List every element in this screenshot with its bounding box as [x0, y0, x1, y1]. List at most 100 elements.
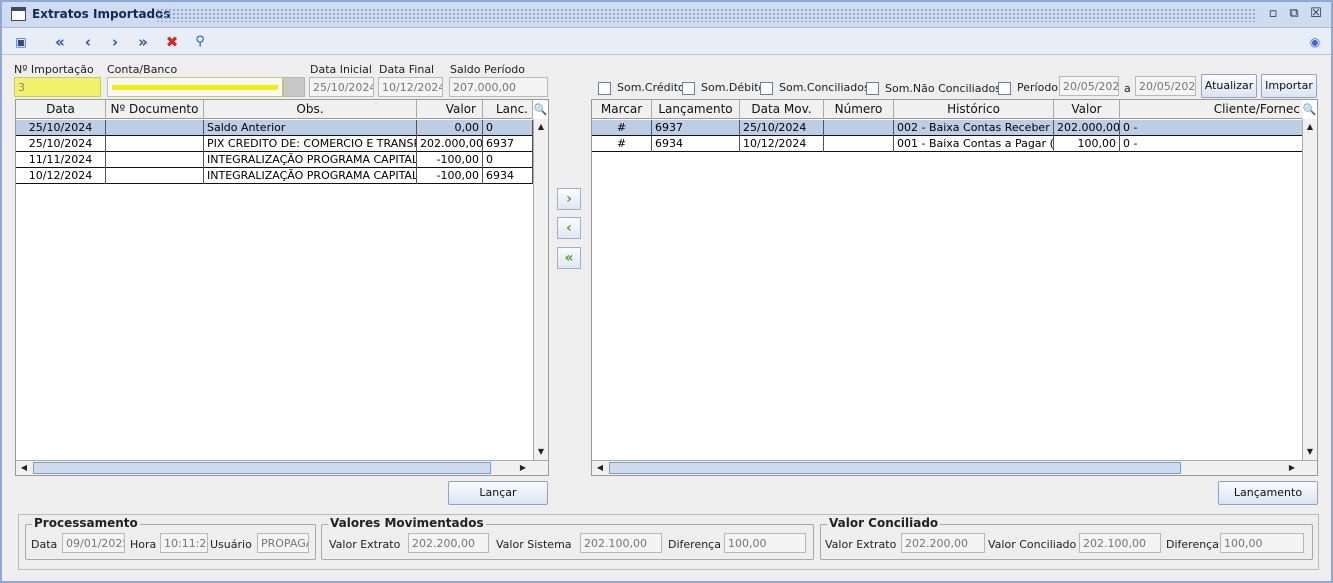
reconciled-value-field[interactable]: 202.100,00: [1079, 533, 1161, 553]
table-row[interactable]: 25/10/2024 Saldo Anterior 0,00 0: [16, 120, 533, 136]
period-start-field[interactable]: 20/05/2025: [1059, 76, 1119, 96]
reconciled-checkbox[interactable]: [760, 82, 773, 95]
period-separator: a: [1124, 82, 1131, 95]
table-row[interactable]: 11/11/2024 INTEGRALIZAÇÃO PROGRAMA CAPIT…: [16, 152, 533, 168]
reconciled-extract-label: Valor Extrato: [825, 538, 897, 551]
processing-date-field[interactable]: 09/01/2025: [62, 533, 125, 553]
reconciled-extract-field[interactable]: 202.200,00: [901, 533, 985, 553]
entries-grid[interactable]: Marcar Lançamento Data Mov. Número Histó…: [591, 99, 1318, 476]
table-row[interactable]: # 6937 25/10/2024 002 - Baixa Contas Rec…: [592, 120, 1302, 136]
period-checkbox[interactable]: [998, 82, 1011, 95]
scroll-left-icon[interactable]: ◀: [17, 461, 31, 475]
col-lanc[interactable]: Lanc.: [483, 100, 533, 119]
col-entry[interactable]: Lançamento: [652, 100, 740, 119]
moved-values-group: Valores Movimentados Valor Extrato 202.2…: [321, 516, 814, 560]
entries-grid-header: Marcar Lançamento Data Mov. Número Histó…: [592, 100, 1302, 119]
account-field[interactable]: [107, 77, 283, 97]
col-value[interactable]: Valor: [417, 100, 483, 119]
reconciled-group: Valor Conciliado Valor Extrato 202.200,0…: [820, 516, 1313, 560]
window-title: Extratos Importados: [32, 7, 171, 21]
scroll-up-icon[interactable]: ▲: [1303, 120, 1317, 134]
moved-extract-field[interactable]: 202.200,00: [408, 533, 489, 553]
col-obs[interactable]: Obs.: [204, 100, 417, 119]
delete-icon[interactable]: ✖: [162, 32, 182, 52]
lancar-button[interactable]: Lançar: [448, 481, 548, 505]
col-date[interactable]: Data: [16, 100, 106, 119]
previous-icon[interactable]: ‹: [78, 32, 98, 52]
horizontal-scrollbar[interactable]: ◀ ▶: [592, 460, 1317, 475]
lancamento-button[interactable]: Lançamento: [1218, 481, 1318, 505]
credit-label: Som.Crédito: [617, 81, 685, 94]
processing-time-field[interactable]: 10:11:22: [160, 533, 208, 553]
import-button[interactable]: Importar: [1261, 74, 1317, 98]
moved-extract-label: Valor Extrato: [329, 538, 401, 551]
search-icon[interactable]: ⚲: [190, 32, 210, 52]
col-history[interactable]: Histórico: [894, 100, 1054, 119]
minimize-icon[interactable]: ▫: [1265, 7, 1281, 23]
next-icon[interactable]: ›: [105, 32, 125, 52]
unreconciled-label: Som.Não Conciliados: [885, 82, 1001, 95]
processing-user-label: Usuário: [210, 538, 252, 551]
toolbar: ▣ « ‹ › » ✖ ⚲ ◉: [2, 29, 1331, 55]
col-amount[interactable]: Valor: [1054, 100, 1120, 119]
move-left-button[interactable]: ‹: [557, 217, 581, 239]
report-icon[interactable]: ▣: [11, 32, 31, 52]
moved-diff-field[interactable]: 100,00: [724, 533, 806, 553]
close-icon[interactable]: ☒: [1308, 7, 1324, 23]
window: Extratos Importados ▫ ⧉ ☒ ▣ « ‹ › » ✖ ⚲ …: [0, 0, 1333, 583]
scroll-right-icon[interactable]: ▶: [516, 461, 530, 475]
debit-checkbox[interactable]: [682, 82, 695, 95]
processing-title: Processamento: [32, 516, 140, 530]
grid-search-icon[interactable]: 🔍: [533, 101, 548, 118]
maximize-icon[interactable]: ⧉: [1286, 7, 1302, 23]
credit-checkbox[interactable]: [598, 82, 611, 95]
scroll-up-icon[interactable]: ▲: [534, 120, 548, 134]
horizontal-scrollbar[interactable]: ◀ ▶: [16, 460, 548, 475]
unreconciled-checkbox[interactable]: [866, 82, 879, 95]
scroll-thumb[interactable]: [609, 462, 1181, 474]
reconciled-diff-label: Diferença: [1166, 538, 1219, 551]
move-all-left-button[interactable]: «: [557, 247, 581, 269]
end-date-field[interactable]: 10/12/2024: [378, 77, 443, 97]
import-no-field[interactable]: 3: [14, 77, 101, 97]
moved-diff-label: Diferença: [668, 538, 721, 551]
scroll-thumb[interactable]: [33, 462, 491, 474]
move-right-button[interactable]: ›: [557, 188, 581, 210]
vertical-scrollbar[interactable]: ▲ ▼: [1302, 119, 1317, 460]
col-client[interactable]: Cliente/Fornec: [1120, 100, 1302, 119]
help-icon[interactable]: ◉: [1305, 32, 1325, 52]
moved-system-label: Valor Sistema: [496, 538, 572, 551]
refresh-button[interactable]: Atualizar: [1201, 74, 1257, 98]
title-pattern: [156, 8, 1256, 22]
balance-label: Saldo Período: [450, 63, 526, 76]
col-mark[interactable]: Marcar: [592, 100, 652, 119]
col-number[interactable]: Número: [824, 100, 894, 119]
account-label: Conta/Banco: [107, 63, 178, 76]
last-icon[interactable]: »: [133, 32, 153, 52]
reconciled-diff-field[interactable]: 100,00: [1220, 533, 1304, 553]
balance-field[interactable]: 207.000,00: [449, 77, 548, 97]
processing-time-label: Hora: [130, 538, 157, 551]
col-document[interactable]: Nº Documento: [106, 100, 204, 119]
table-row[interactable]: 10/12/2024 INTEGRALIZAÇÃO PROGRAMA CAPIT…: [16, 168, 533, 184]
start-date-label: Data Inicial: [310, 63, 372, 76]
moved-system-field[interactable]: 202.100,00: [580, 533, 662, 553]
reconciled-value-label: Valor Conciliado: [988, 538, 1077, 551]
processing-user-field[interactable]: PROPAGA: [257, 533, 309, 553]
vertical-scrollbar[interactable]: ▲ ▼: [533, 119, 548, 460]
col-move-date[interactable]: Data Mov.: [740, 100, 824, 119]
statement-grid[interactable]: Data Nº Documento Obs. Valor Lanc. 🔍 25/…: [15, 99, 549, 476]
scroll-right-icon[interactable]: ▶: [1285, 461, 1299, 475]
first-icon[interactable]: «: [50, 32, 70, 52]
account-lookup-button[interactable]: [283, 77, 305, 97]
title-bar: Extratos Importados ▫ ⧉ ☒: [2, 2, 1331, 28]
period-label: Período: [1017, 81, 1059, 94]
grid-search-icon[interactable]: 🔍: [1302, 101, 1317, 118]
table-row[interactable]: # 6934 10/12/2024 001 - Baixa Contas a P…: [592, 136, 1302, 152]
scroll-down-icon[interactable]: ▼: [1303, 445, 1317, 459]
period-end-field[interactable]: 20/05/2025: [1135, 76, 1196, 96]
table-row[interactable]: 25/10/2024 PIX CREDITO DE: COMERCIO E TR…: [16, 136, 533, 152]
scroll-down-icon[interactable]: ▼: [534, 445, 548, 459]
scroll-left-icon[interactable]: ◀: [593, 461, 607, 475]
start-date-field[interactable]: 25/10/2024: [309, 77, 374, 97]
